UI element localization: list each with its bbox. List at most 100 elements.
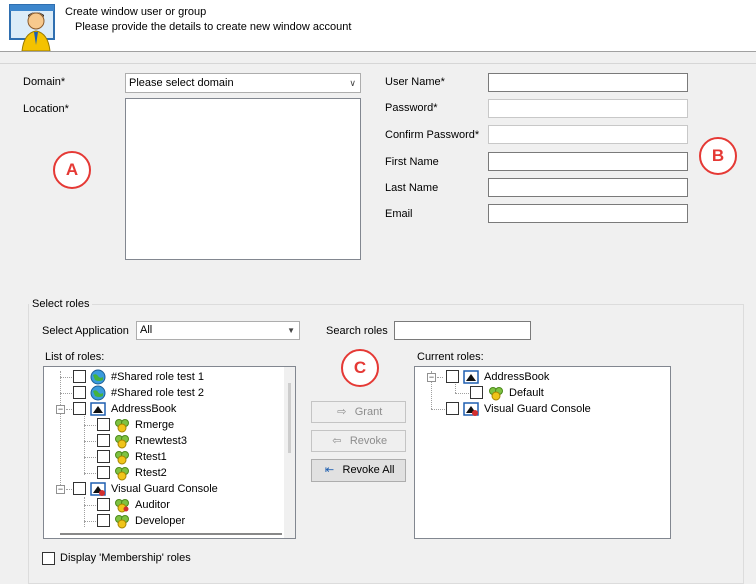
last-name-input[interactable]: [488, 178, 688, 197]
arrow-left-icon: ⇦: [332, 435, 342, 447]
revoke-button[interactable]: ⇦ Revoke: [311, 430, 406, 452]
username-label: User Name*: [385, 76, 445, 88]
scrollbar-thumb[interactable]: [288, 383, 291, 453]
list-item[interactable]: − AddressBook: [44, 401, 284, 417]
last-name-label: Last Name: [385, 182, 439, 194]
role-group-icon: [114, 417, 130, 433]
application-icon: [463, 369, 479, 385]
role-label: Rtest2: [135, 467, 167, 479]
domain-select[interactable]: Please select domain ∨: [125, 73, 361, 93]
chevron-down-icon: ∨: [349, 78, 356, 88]
list-item[interactable]: #Shared role test 1: [44, 369, 284, 385]
search-roles-input[interactable]: [394, 321, 531, 340]
app-label: Visual Guard Console: [484, 403, 591, 415]
app-label: AddressBook: [111, 403, 177, 415]
location-label: Location*: [23, 103, 69, 115]
app-checkbox[interactable]: [446, 402, 459, 415]
list-item[interactable]: Rnewtest3: [44, 433, 284, 449]
list-item[interactable]: Rtest1: [44, 449, 284, 465]
annotation-a: A: [53, 151, 91, 189]
dropdown-arrow-icon: ▼: [287, 326, 295, 335]
role-label: #Shared role test 2: [111, 387, 204, 399]
visual-guard-icon: [90, 481, 106, 497]
app-label: Visual Guard Console: [111, 483, 218, 495]
dialog-header: Create window user or group Please provi…: [0, 0, 756, 52]
revoke-all-button-label: Revoke All: [342, 464, 395, 476]
app-label: AddressBook: [484, 371, 550, 383]
email-input[interactable]: [488, 204, 688, 223]
search-roles-label: Search roles: [326, 325, 388, 337]
list-item[interactable]: − Visual Guard Console: [44, 481, 284, 497]
first-name-input[interactable]: [488, 152, 688, 171]
shared-role-globe-icon: [90, 369, 106, 385]
shared-role-globe-icon: [90, 385, 106, 401]
role-group-icon: [488, 385, 504, 401]
first-name-label: First Name: [385, 156, 439, 168]
app-checkbox[interactable]: [73, 482, 86, 495]
current-roles-label: Current roles:: [417, 351, 484, 363]
list-item[interactable]: Visual Guard Console: [415, 401, 665, 417]
collapse-icon[interactable]: −: [56, 485, 65, 494]
role-group-icon: [114, 449, 130, 465]
visual-guard-icon: [463, 401, 479, 417]
role-label: Rmerge: [135, 419, 175, 431]
select-application-label: Select Application: [42, 325, 129, 337]
role-group-icon: [114, 513, 130, 529]
location-list[interactable]: [125, 98, 361, 260]
collapse-icon[interactable]: −: [56, 405, 65, 414]
role-group-icon: [114, 497, 130, 513]
app-checkbox[interactable]: [446, 370, 459, 383]
annotation-c: C: [341, 349, 379, 387]
grant-button-label: Grant: [354, 406, 383, 418]
password-label: Password*: [385, 102, 438, 114]
list-item[interactable]: Default: [415, 385, 665, 401]
list-item[interactable]: Rtest2: [44, 465, 284, 481]
role-checkbox[interactable]: [97, 450, 110, 463]
password-input[interactable]: [488, 99, 688, 118]
list-item[interactable]: Developer: [44, 513, 284, 529]
select-roles-title: Select roles: [29, 298, 93, 310]
list-of-roles-tree[interactable]: #Shared role test 1 #Shared role test 2 …: [43, 366, 296, 539]
grant-button[interactable]: ⇨ Grant: [311, 401, 406, 423]
role-checkbox[interactable]: [97, 466, 110, 479]
collapse-icon[interactable]: −: [427, 373, 436, 382]
role-label: Auditor: [135, 499, 170, 511]
dialog-subtitle: Please provide the details to create new…: [75, 21, 352, 33]
role-checkbox[interactable]: [73, 370, 86, 383]
current-roles-tree[interactable]: − AddressBook Default Visual Guard Conso…: [414, 366, 671, 539]
user-account-icon: [8, 3, 56, 52]
email-label: Email: [385, 208, 413, 220]
role-checkbox[interactable]: [97, 418, 110, 431]
app-checkbox[interactable]: [73, 402, 86, 415]
role-label: Rtest1: [135, 451, 167, 463]
membership-checkbox[interactable]: [42, 552, 55, 565]
role-group-icon: [114, 465, 130, 481]
role-label: Rnewtest3: [135, 435, 187, 447]
membership-label: Display 'Membership' roles: [60, 552, 191, 564]
select-application-value: All: [140, 324, 153, 336]
arrow-right-icon: ⇨: [337, 406, 347, 418]
list-item[interactable]: Auditor: [44, 497, 284, 513]
application-icon: [90, 401, 106, 417]
revoke-all-icon: ⇤: [324, 464, 335, 476]
list-of-roles-label: List of roles:: [45, 351, 105, 363]
list-item[interactable]: − AddressBook: [415, 369, 665, 385]
role-checkbox[interactable]: [73, 386, 86, 399]
role-checkbox[interactable]: [97, 498, 110, 511]
confirm-password-input[interactable]: [488, 125, 688, 144]
select-application-combo[interactable]: All ▼: [136, 321, 300, 340]
vertical-scrollbar[interactable]: [284, 367, 295, 538]
role-label: Default: [509, 387, 544, 399]
role-label: #Shared role test 1: [111, 371, 204, 383]
horizontal-scrollbar[interactable]: [60, 533, 282, 535]
role-group-icon: [114, 433, 130, 449]
role-checkbox[interactable]: [97, 514, 110, 527]
role-label: Developer: [135, 515, 186, 527]
role-checkbox[interactable]: [97, 434, 110, 447]
list-item[interactable]: Rmerge: [44, 417, 284, 433]
username-input[interactable]: [488, 73, 688, 92]
role-checkbox[interactable]: [470, 386, 483, 399]
list-item[interactable]: #Shared role test 2: [44, 385, 284, 401]
revoke-all-button[interactable]: ⇤ Revoke All: [311, 459, 406, 482]
confirm-password-label: Confirm Password*: [385, 129, 480, 141]
